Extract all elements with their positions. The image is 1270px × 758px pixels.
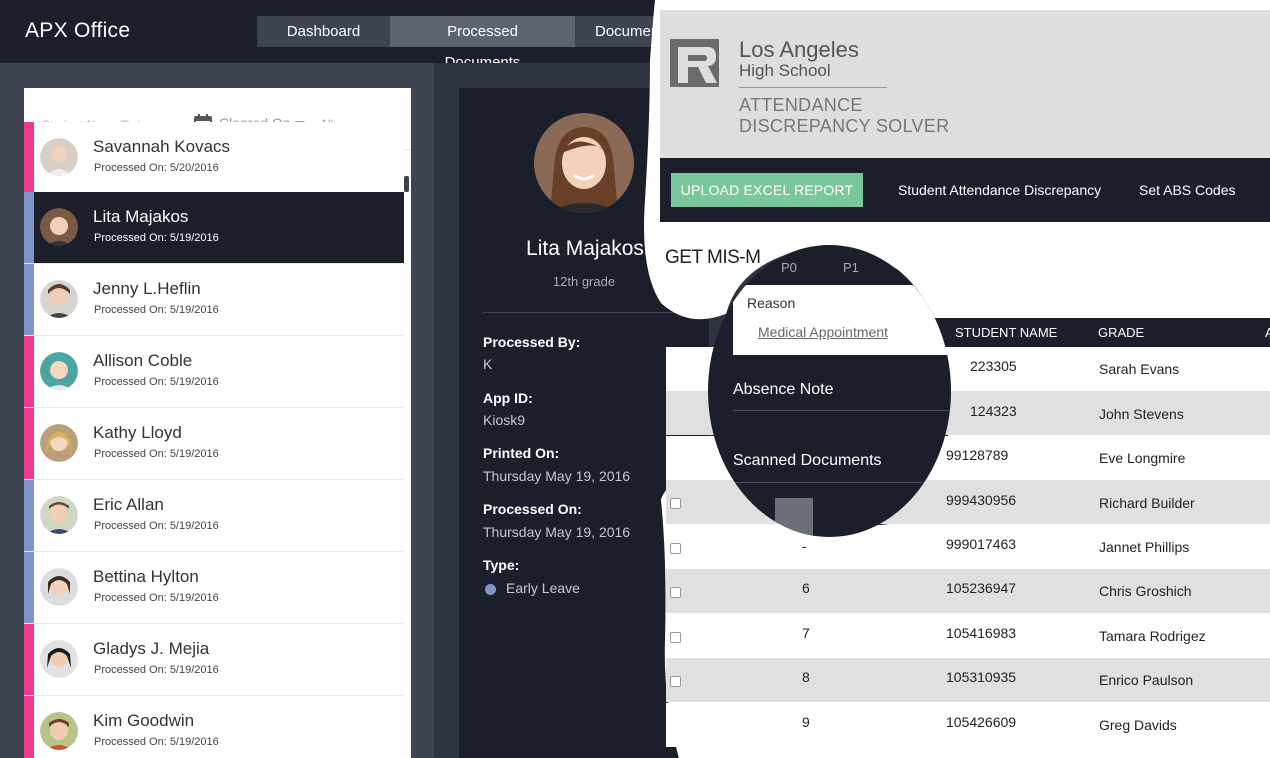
section-title: GET MIS-M: [665, 247, 761, 268]
row-checkbox[interactable]: [670, 632, 681, 643]
student-name: Tamara Rodrigez: [1099, 628, 1206, 644]
table-row[interactable]: 9 105426609 Greg Davids: [666, 703, 1270, 747]
table-row[interactable]: 7 105416983 Tamara Rodrigez: [666, 614, 1270, 658]
student-name: Sarah Evans: [1099, 361, 1180, 377]
table-header: STUDENT NAME GRADE A: [935, 318, 1270, 347]
student-id: 99128789: [946, 447, 1009, 463]
student-id: 999017463: [946, 536, 1017, 552]
row-checkbox[interactable]: [670, 676, 681, 687]
student-id: 999430956: [946, 492, 1017, 508]
magnified-detail-popup: P0 P1 Reason Medical Appointment Absence…: [708, 245, 951, 537]
p0-label: P0: [781, 260, 797, 275]
student-id: 124323: [970, 403, 1017, 419]
right-nav-bar: UPLOAD EXCEL REPORT Student Attendance D…: [660, 158, 1270, 222]
row-checkbox[interactable]: [670, 498, 681, 509]
student-name: John Stevens: [1099, 406, 1184, 422]
table-row[interactable]: 8 105310935 Enrico Paulson: [666, 658, 1270, 702]
row-number: -: [802, 538, 807, 554]
student-id: 105236947: [946, 580, 1017, 596]
column-header-a[interactable]: A: [1265, 325, 1270, 340]
column-header-student-name[interactable]: STUDENT NAME: [955, 325, 1057, 340]
student-id: 105416983: [946, 625, 1017, 641]
document-thumbnail[interactable]: [775, 498, 813, 537]
reason-card: Reason Medical Appointment: [733, 285, 951, 355]
upload-excel-button[interactable]: UPLOAD EXCEL REPORT: [671, 173, 863, 207]
absence-note-label[interactable]: Absence Note: [733, 381, 834, 399]
student-name: Richard Builder: [1099, 495, 1195, 511]
school-name: Los Angeles: [739, 37, 859, 62]
student-id: 105310935: [946, 669, 1017, 685]
reason-link[interactable]: Medical Appointment: [758, 324, 888, 340]
scanned-documents-label[interactable]: Scanned Documents: [733, 452, 882, 470]
table-row[interactable]: - 999017463 Jannet Phillips: [666, 525, 1270, 569]
p1-label: P1: [843, 260, 859, 275]
student-attendance-discrepancy-link[interactable]: Student Attendance Discrepancy: [898, 182, 1101, 198]
row-checkbox[interactable]: [670, 587, 681, 598]
app-name-line1: ATTENDANCE: [739, 95, 863, 115]
divider: [733, 410, 951, 411]
student-name: Jannet Phillips: [1099, 539, 1190, 555]
row-number: 6: [802, 580, 810, 596]
app-name-line2: DISCREPANCY SOLVER: [739, 116, 950, 136]
school-name-sub: High School: [739, 61, 831, 80]
student-name: Chris Groshich: [1099, 583, 1192, 599]
student-id: 105426609: [946, 714, 1017, 730]
divider: [739, 87, 887, 88]
student-name: Enrico Paulson: [1099, 672, 1194, 688]
student-id: 223305: [970, 358, 1017, 374]
school-logo: [670, 39, 719, 87]
set-abs-codes-link[interactable]: Set ABS Codes: [1139, 182, 1236, 198]
reason-label: Reason: [747, 295, 796, 311]
table-row[interactable]: 6 105236947 Chris Groshich: [666, 569, 1270, 613]
row-number: 8: [802, 669, 810, 685]
divider: [733, 482, 951, 483]
row-number: 9: [802, 714, 810, 730]
student-name: Eve Longmire: [1099, 450, 1186, 466]
column-header-grade[interactable]: GRADE: [1098, 325, 1144, 340]
school-header: Los Angeles High School ATTENDANCE DISCR…: [660, 10, 1270, 158]
row-checkbox[interactable]: [670, 543, 681, 554]
row-number: 7: [802, 625, 810, 641]
student-name: Greg Davids: [1099, 717, 1177, 733]
